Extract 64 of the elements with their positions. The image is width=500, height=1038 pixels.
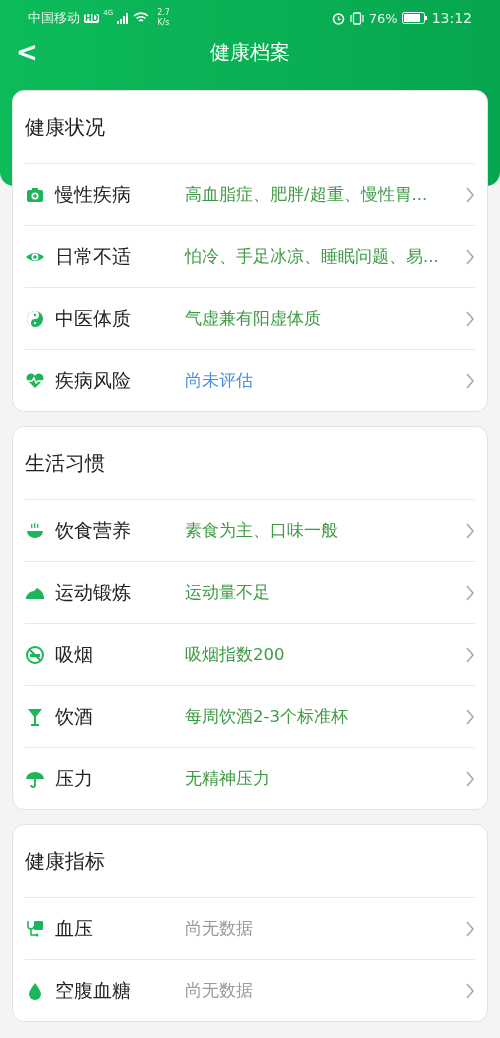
- hd-badge: HD: [84, 13, 100, 23]
- list-row[interactable]: 饮酒 每周饮酒2-3个标准杯: [25, 686, 475, 748]
- speed-unit: K/s: [157, 18, 170, 28]
- row-label: 慢性疾病: [55, 181, 132, 207]
- list-row[interactable]: 中医体质 气虚兼有阳虚体质: [25, 288, 475, 350]
- page-title: 健康档案: [210, 38, 290, 66]
- carrier-name: 中国移动: [28, 9, 80, 27]
- row-label: 饮食营养: [55, 517, 132, 543]
- list-row[interactable]: 慢性疾病 高血脂症、肥胖/超重、慢性胃...: [25, 164, 475, 226]
- row-icon: [25, 918, 45, 939]
- network-speed: 2.7: [157, 8, 170, 18]
- row-icon: [25, 308, 45, 329]
- row-value: 怕冷、手足冰凉、睡眠问题、易...: [185, 245, 440, 268]
- row-value: 气虚兼有阳虚体质: [185, 307, 322, 330]
- list-row[interactable]: 血压 尚无数据: [25, 898, 475, 960]
- clock-time: 13:12: [431, 10, 472, 26]
- row-value: 运动量不足: [185, 581, 271, 604]
- chevron-icon: [465, 372, 475, 389]
- list-row[interactable]: 吸烟 吸烟指数200: [25, 624, 475, 686]
- row-value: 尚无数据: [185, 979, 254, 1002]
- section-title: 健康指标: [25, 825, 475, 898]
- list-row[interactable]: 疾病风险 尚未评估: [25, 350, 475, 411]
- battery-icon: [401, 12, 428, 24]
- row-label: 运动锻炼: [55, 579, 132, 605]
- row-value: 尚无数据: [185, 917, 254, 940]
- row-label: 空腹血糖: [55, 977, 132, 1003]
- battery-percent: 76%: [368, 10, 398, 26]
- section-title: 健康状况: [25, 91, 475, 164]
- row-icon: [25, 706, 45, 727]
- row-label: 日常不适: [55, 243, 132, 269]
- vibrate-icon: [348, 11, 365, 25]
- row-icon: [25, 520, 45, 541]
- row-value: 每周饮酒2-3个标准杯: [185, 705, 349, 728]
- row-label: 中医体质: [55, 305, 132, 331]
- chevron-icon: [465, 982, 475, 999]
- row-label: 吸烟: [55, 641, 94, 667]
- chevron-icon: [465, 310, 475, 327]
- wifi-icon: [133, 12, 150, 24]
- list-row[interactable]: 饮食营养 素食为主、口味一般: [25, 500, 475, 562]
- chevron-icon: [465, 708, 475, 725]
- row-value: 素食为主、口味一般: [185, 519, 339, 542]
- chevron-icon: [465, 770, 475, 787]
- row-label: 压力: [55, 765, 94, 791]
- chevron-icon: [465, 522, 475, 539]
- row-label: 疾病风险: [55, 367, 132, 393]
- row-value: 高血脂症、肥胖/超重、慢性胃...: [185, 183, 429, 206]
- row-value: 吸烟指数200: [185, 643, 286, 666]
- signal-icon: [117, 12, 130, 24]
- chevron-icon: [465, 646, 475, 663]
- chevron-icon: [465, 248, 475, 265]
- list-row[interactable]: 日常不适 怕冷、手足冰凉、睡眠问题、易...: [25, 226, 475, 288]
- section-title: 生活习惯: [25, 427, 475, 500]
- chevron-icon: [465, 920, 475, 937]
- chevron-icon: [465, 584, 475, 601]
- row-label: 饮酒: [55, 703, 94, 729]
- alarm-icon: [331, 11, 345, 25]
- row-value: 尚未评估: [185, 369, 254, 392]
- row-label: 血压: [55, 915, 94, 941]
- row-value: 无精神压力: [185, 767, 271, 790]
- list-row[interactable]: 压力 无精神压力: [25, 748, 475, 809]
- row-icon: [25, 644, 45, 665]
- list-row[interactable]: 运动锻炼 运动量不足: [25, 562, 475, 624]
- list-row[interactable]: 空腹血糖 尚无数据: [25, 960, 475, 1021]
- chevron-icon: [465, 186, 475, 203]
